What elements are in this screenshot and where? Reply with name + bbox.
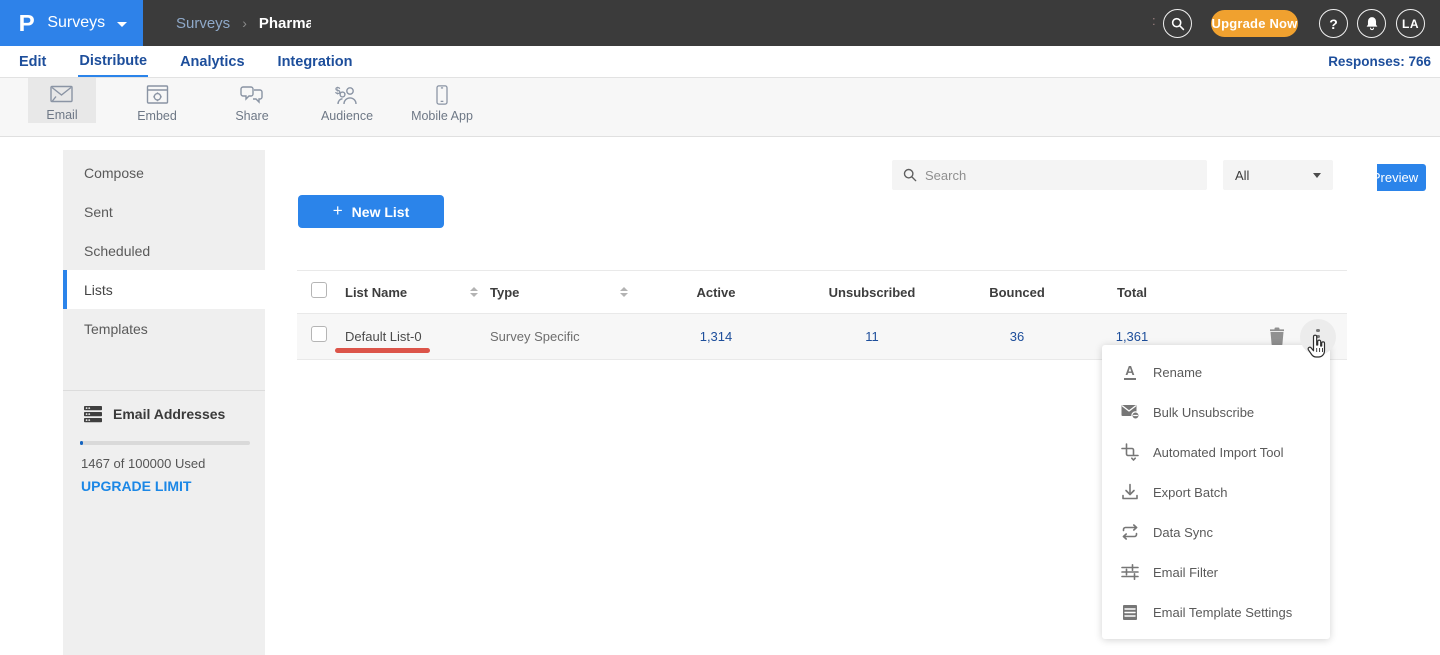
unsubscribed-count-link[interactable]: 11 — [792, 329, 952, 344]
list-filter-value: All — [1235, 168, 1249, 183]
search-icon — [903, 168, 917, 182]
notifications-button[interactable] — [1357, 9, 1386, 38]
menu-item-data-sync[interactable]: Data Sync — [1102, 512, 1330, 552]
sidebar-item-templates[interactable]: Templates — [63, 309, 265, 348]
tab-edit[interactable]: Edit — [18, 46, 47, 77]
email-template-settings-icon — [1120, 602, 1140, 622]
help-button[interactable]: ? — [1319, 9, 1348, 38]
product-switcher-label: Surveys — [47, 14, 105, 32]
sidebar-item-compose[interactable]: Compose — [63, 153, 265, 192]
select-all-checkbox[interactable] — [311, 282, 327, 298]
automated-import-icon — [1120, 442, 1140, 462]
channel-email[interactable]: Email — [28, 78, 96, 123]
column-header-active: Active — [640, 285, 792, 300]
red-annotation-underline — [335, 348, 430, 353]
email-filter-icon — [1120, 562, 1140, 582]
sort-type-button[interactable] — [620, 287, 628, 297]
column-header-unsubscribed: Unsubscribed — [792, 285, 952, 300]
search-icon — [1171, 17, 1185, 31]
table-header-row: List Name Type Active Unsubscribed Bounc… — [297, 270, 1347, 314]
distribute-toolbar: Email Embed Share $ Audience — [0, 78, 1440, 137]
menu-item-rename[interactable]: A Rename — [1102, 352, 1330, 392]
responses-count[interactable]: Responses: 766 — [1328, 46, 1431, 77]
upgrade-limit-link[interactable]: UPGRADE LIMIT — [81, 478, 191, 494]
email-sidebar: Compose Sent Scheduled Lists Templates E… — [63, 150, 265, 655]
chevron-down-icon — [117, 22, 127, 27]
list-actions-menu: A Rename Bulk Unsubscribe Automated Impo… — [1102, 345, 1330, 639]
menu-item-bulk-unsubscribe[interactable]: Bulk Unsubscribe — [1102, 392, 1330, 432]
email-icon — [50, 85, 74, 104]
address-list-icon — [84, 405, 102, 423]
bounced-count-link[interactable]: 36 — [952, 329, 1082, 344]
mobile-app-icon — [435, 85, 449, 105]
column-header-bounced: Bounced — [952, 285, 1082, 300]
sidebar-item-scheduled[interactable]: Scheduled — [63, 231, 265, 270]
breadcrumb-current: Pharma — [259, 15, 311, 32]
share-icon — [240, 85, 264, 105]
top-bar: P Surveys Surveys › Pharma : Upgrade Now… — [0, 0, 1440, 46]
list-search-box — [892, 160, 1207, 190]
delete-list-button[interactable] — [1268, 327, 1286, 347]
list-type: Survey Specific — [490, 329, 640, 344]
bell-icon — [1365, 16, 1379, 31]
row-menu-button[interactable] — [1300, 319, 1336, 355]
plus-icon: + — [333, 201, 343, 221]
chevron-down-icon — [1313, 173, 1321, 178]
email-addresses-header: Email Addresses — [84, 405, 225, 423]
data-sync-icon — [1120, 522, 1140, 542]
trash-icon — [1269, 327, 1285, 346]
sidebar-item-lists[interactable]: Lists — [63, 270, 265, 309]
tab-analytics[interactable]: Analytics — [179, 46, 245, 77]
sort-list-name-button[interactable] — [470, 287, 478, 297]
list-search-input[interactable] — [925, 168, 1185, 183]
email-usage-progress-fill — [80, 441, 83, 445]
tab-distribute[interactable]: Distribute — [78, 46, 148, 77]
active-count-link[interactable]: 1,314 — [640, 329, 792, 344]
sidebar-nav: Compose Sent Scheduled Lists Templates — [63, 150, 265, 348]
menu-item-email-filter[interactable]: Email Filter — [1102, 552, 1330, 592]
list-filter-dropdown[interactable]: All — [1223, 160, 1333, 190]
new-list-button[interactable]: + New List — [298, 195, 444, 228]
email-usage-text: 1467 of 100000 Used — [81, 456, 205, 471]
email-addresses-title: Email Addresses — [113, 406, 225, 422]
column-header-total: Total — [1082, 285, 1182, 300]
export-batch-icon — [1120, 482, 1140, 502]
embed-icon — [146, 85, 169, 105]
clipped-text-artifact: : — [1152, 13, 1156, 28]
breadcrumb-surveys-link[interactable]: Surveys — [176, 15, 230, 32]
email-usage-progressbar — [80, 441, 250, 445]
upgrade-now-button[interactable]: Upgrade Now — [1211, 10, 1298, 37]
questionpro-logo-icon: P — [19, 10, 35, 37]
tab-integration[interactable]: Integration — [277, 46, 354, 77]
avatar[interactable]: LA — [1396, 9, 1425, 38]
rename-icon: A — [1120, 362, 1140, 382]
survey-tab-bar: Edit Distribute Analytics Integration Re… — [0, 46, 1440, 78]
audience-icon: $ — [334, 85, 360, 105]
channel-audience[interactable]: $ Audience — [312, 78, 382, 123]
column-header-type: Type — [490, 285, 640, 300]
row-checkbox[interactable] — [311, 326, 327, 342]
kebab-menu-icon — [1316, 329, 1320, 333]
menu-item-export-batch[interactable]: Export Batch — [1102, 472, 1330, 512]
channel-mobile-app[interactable]: Mobile App — [407, 78, 477, 123]
total-count-link[interactable]: 1,361 — [1082, 329, 1182, 344]
menu-item-automated-import[interactable]: Automated Import Tool — [1102, 432, 1330, 472]
list-name-link[interactable]: Default List-0 — [345, 329, 490, 344]
product-switcher[interactable]: P Surveys — [0, 0, 143, 46]
breadcrumb-separator-icon: › — [242, 15, 247, 31]
channel-share[interactable]: Share — [217, 78, 287, 123]
channel-embed[interactable]: Embed — [122, 78, 192, 123]
question-mark-icon: ? — [1329, 16, 1338, 32]
bulk-unsubscribe-icon — [1120, 402, 1140, 422]
sidebar-divider — [63, 390, 265, 391]
column-header-list-name: List Name — [345, 285, 490, 300]
sidebar-item-sent[interactable]: Sent — [63, 192, 265, 231]
search-button[interactable] — [1163, 9, 1192, 38]
breadcrumb: Surveys › Pharma — [176, 0, 311, 46]
menu-item-email-template-settings[interactable]: Email Template Settings — [1102, 592, 1330, 632]
